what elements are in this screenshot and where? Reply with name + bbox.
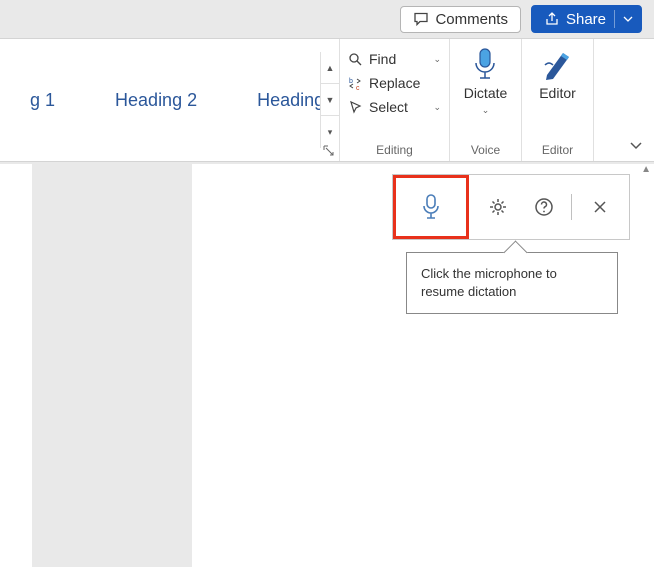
dictation-toolbar <box>392 174 630 240</box>
editor-group: Editor Editor <box>522 39 594 161</box>
separator <box>571 194 572 220</box>
styles-spinner: ▲ ▼ ▾ <box>320 52 339 148</box>
scroll-up-arrow[interactable]: ▲ <box>641 164 651 175</box>
microphone-icon <box>420 193 442 221</box>
chevron-down-icon: ⌄ <box>433 54 441 65</box>
share-divider <box>614 10 615 28</box>
editor-pen-icon <box>541 47 573 81</box>
ribbon: g 1 Heading 2 Heading 3 ▲ ▼ ▾ Find ⌄ bc <box>0 38 654 162</box>
styles-group: g 1 Heading 2 Heading 3 ▲ ▼ ▾ <box>0 39 340 161</box>
select-button[interactable]: Select ⌄ <box>346 95 443 119</box>
dictate-label: Dictate <box>464 85 508 101</box>
comment-icon <box>413 11 429 27</box>
voice-group: Dictate ⌄ Voice <box>450 39 522 161</box>
dictate-button[interactable]: Dictate ⌄ <box>464 47 508 116</box>
find-button[interactable]: Find ⌄ <box>346 47 443 71</box>
dictation-close-button[interactable] <box>582 189 618 225</box>
replace-button[interactable]: bc Replace <box>346 71 443 95</box>
style-heading-3[interactable]: Heading 3 <box>227 90 320 111</box>
comments-label: Comments <box>435 11 508 28</box>
chevron-down-icon <box>623 14 633 24</box>
voice-group-label: Voice <box>471 139 500 159</box>
close-icon <box>592 199 608 215</box>
page-fragment-left <box>0 164 32 567</box>
help-icon <box>534 197 554 217</box>
styles-dialog-launcher[interactable] <box>321 143 335 157</box>
chevron-down-icon: ⌄ <box>482 105 490 116</box>
dictation-settings-button[interactable] <box>480 189 516 225</box>
editor-button[interactable]: Editor <box>539 47 576 101</box>
collapse-ribbon-button[interactable] <box>626 135 646 155</box>
dictation-help-button[interactable] <box>526 189 562 225</box>
styles-gallery[interactable]: g 1 Heading 2 Heading 3 <box>0 39 320 161</box>
gear-icon <box>488 197 508 217</box>
share-icon <box>544 11 560 27</box>
editing-group-label: Editing <box>346 139 443 159</box>
search-icon <box>348 52 363 67</box>
tooltip-text: Click the microphone to resume dictation <box>421 266 557 299</box>
cursor-icon <box>348 100 363 115</box>
select-label: Select <box>369 99 408 115</box>
comments-button[interactable]: Comments <box>400 6 521 33</box>
dictation-tooltip: Click the microphone to resume dictation <box>406 252 618 314</box>
find-label: Find <box>369 51 396 67</box>
microphone-icon <box>470 47 500 81</box>
editor-label: Editor <box>539 85 576 101</box>
editor-group-label: Editor <box>542 139 573 159</box>
replace-icon: bc <box>348 76 363 91</box>
chevron-down-icon: ⌄ <box>433 102 441 113</box>
dictation-mic-button[interactable] <box>393 175 469 239</box>
share-button[interactable]: Share <box>531 5 642 33</box>
editing-group: Find ⌄ bc Replace Select ⌄ Editing <box>340 39 450 161</box>
dictation-actions <box>469 175 629 239</box>
style-heading-2[interactable]: Heading 2 <box>85 90 227 111</box>
styles-scroll-up[interactable]: ▲ <box>321 52 339 84</box>
share-label: Share <box>566 11 606 28</box>
styles-scroll-down[interactable]: ▼ <box>321 84 339 116</box>
svg-text:c: c <box>356 85 360 91</box>
title-bar: Comments Share <box>0 0 654 38</box>
replace-label: Replace <box>369 75 420 91</box>
style-heading-1[interactable]: g 1 <box>0 90 85 111</box>
